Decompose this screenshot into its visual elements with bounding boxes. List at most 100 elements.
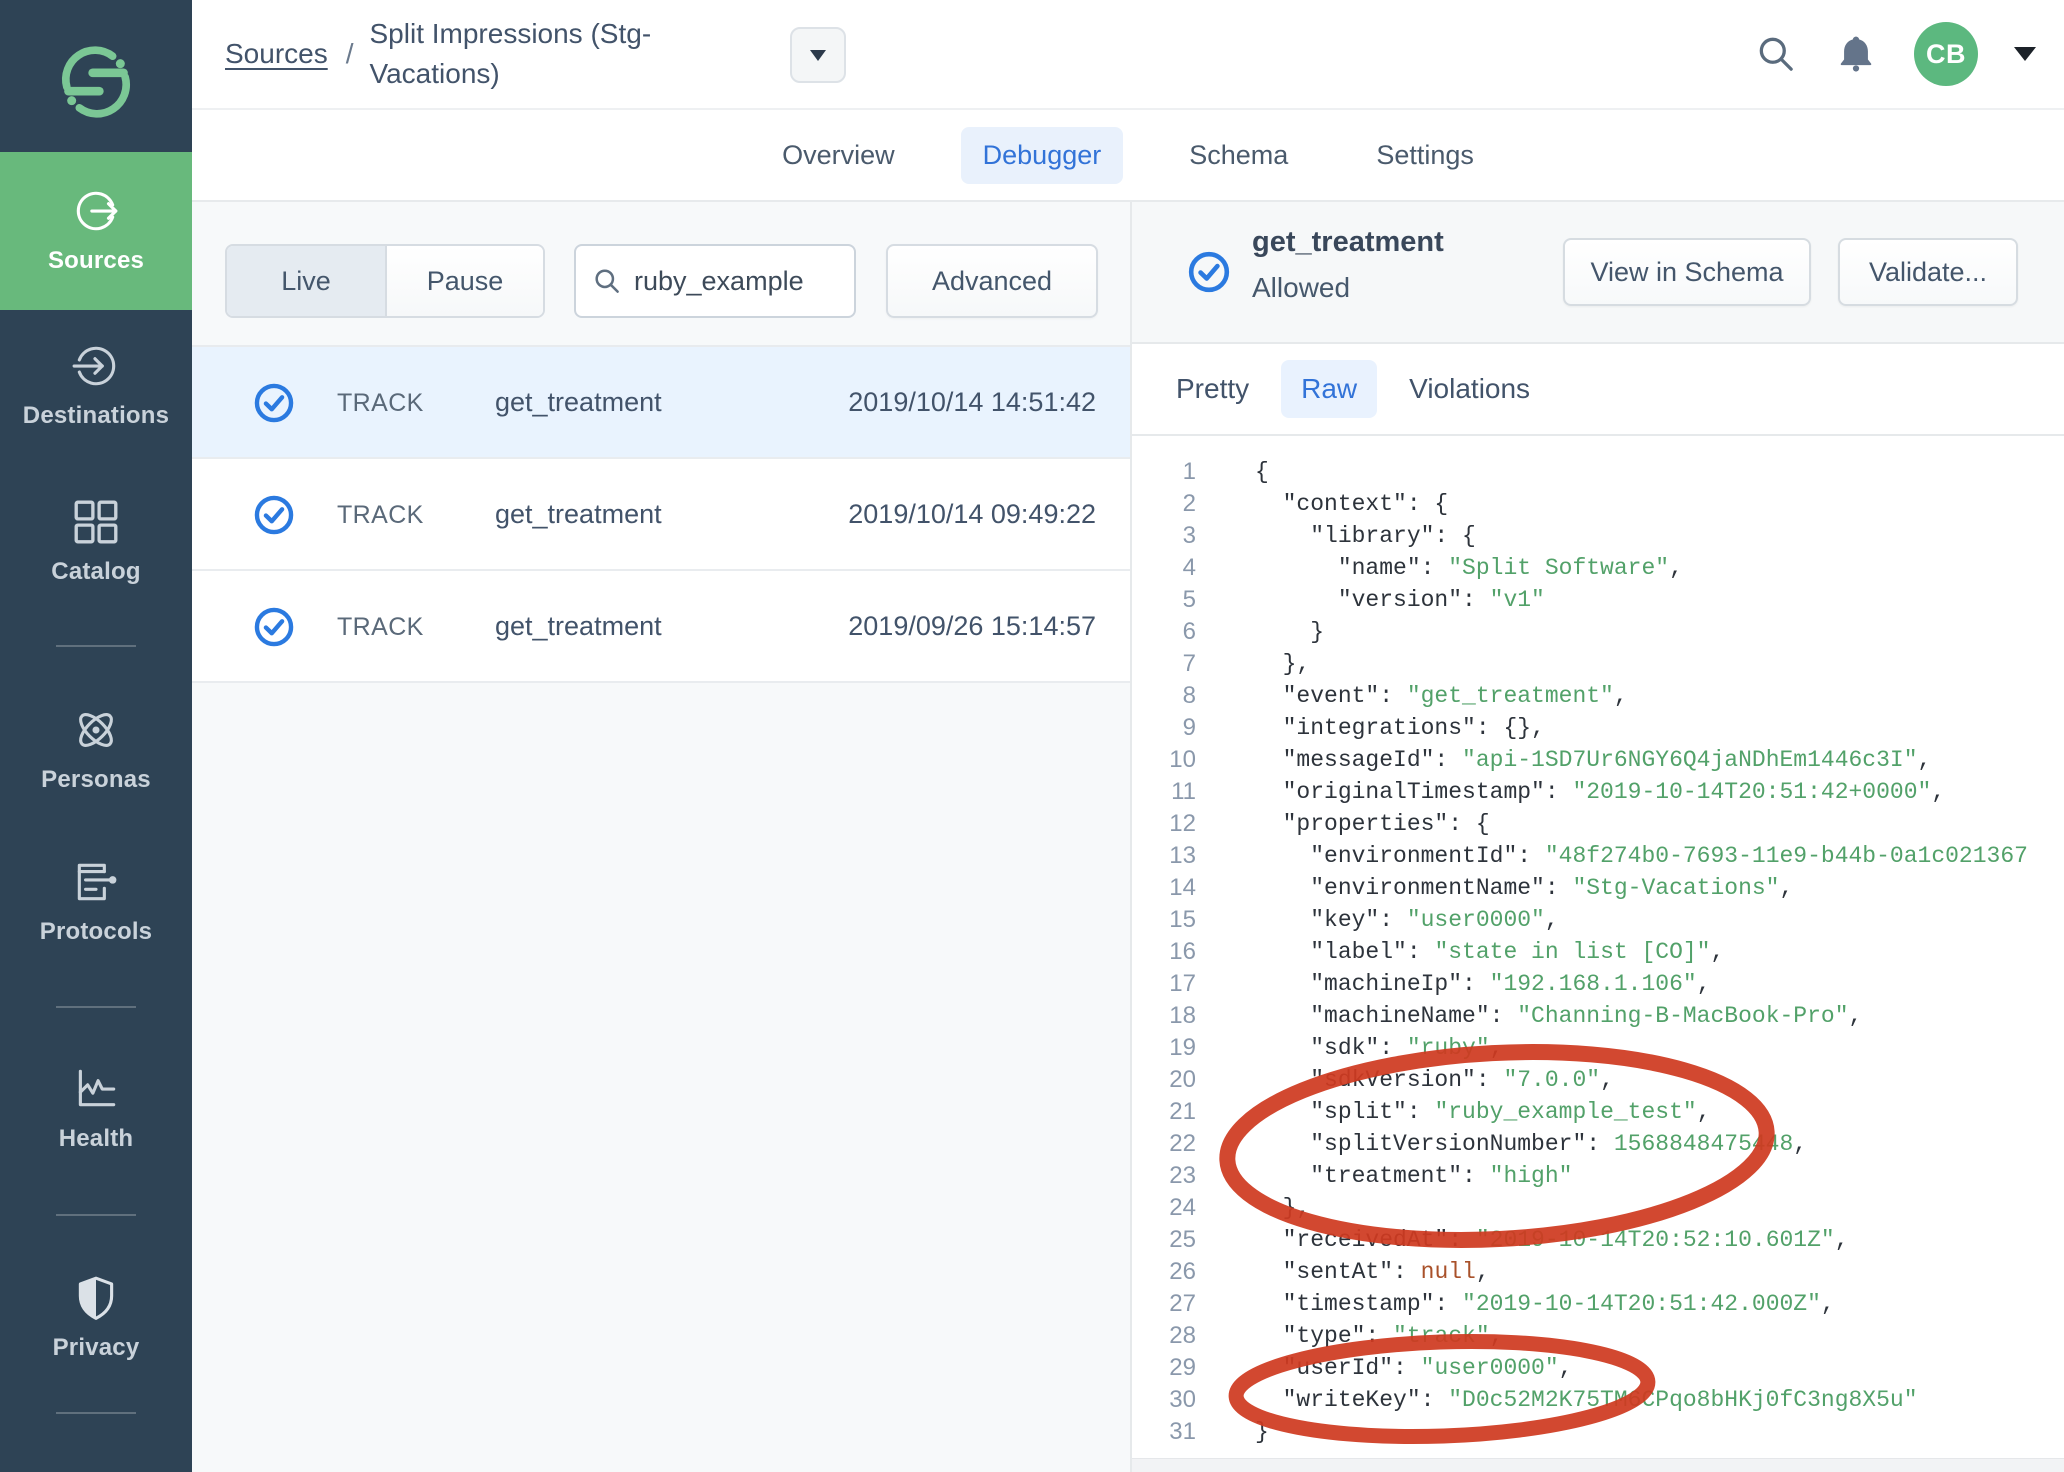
event-name: get_treatment (495, 387, 662, 418)
check-circle-icon (252, 381, 296, 425)
privacy-shield-icon (71, 1273, 121, 1323)
event-type-badge: TRACK (337, 613, 424, 642)
event-timestamp: 2019/09/26 15:14:57 (848, 611, 1096, 642)
line-number: 13 (1132, 840, 1196, 872)
line-number: 26 (1132, 1256, 1196, 1288)
code-line: 14 "environmentName": "Stg-Vacations", (1132, 872, 2064, 904)
sidebar-item-catalog[interactable]: Catalog (0, 497, 192, 586)
code-line: 19 "sdk": "ruby", (1132, 1032, 2064, 1064)
line-number: 28 (1132, 1320, 1196, 1352)
sidebar-item-label: Health (59, 1125, 134, 1153)
event-type-badge: TRACK (337, 389, 424, 418)
raw-json-viewer[interactable]: 1{2 "context": {3 "library": {4 "name": … (1132, 436, 2064, 1458)
sidebar-item-label: Sources (48, 247, 144, 275)
event-row[interactable]: TRACK get_treatment 2019/09/26 15:14:57 (192, 571, 1130, 683)
live-button[interactable]: Live (227, 246, 385, 316)
tab-overview[interactable]: Overview (760, 127, 917, 184)
code-line: 10 "messageId": "api-1SD7Ur6NGY6Q4jaNDhE… (1132, 744, 2064, 776)
code-line: 23 "treatment": "high" (1132, 1160, 2064, 1192)
topbar: Sources / Split Impressions (Stg-Vacatio… (192, 0, 2064, 110)
event-name: get_treatment (495, 499, 662, 530)
tab-settings[interactable]: Settings (1354, 127, 1496, 184)
event-search-box (574, 244, 856, 318)
view-in-schema-button[interactable]: View in Schema (1563, 238, 1811, 306)
line-number: 20 (1132, 1064, 1196, 1096)
code-line: 5 "version": "v1" (1132, 584, 2064, 616)
content: Live Pause Advanced TRACK get_ (192, 202, 2064, 1472)
sidebar-item-privacy[interactable]: Privacy (0, 1273, 192, 1362)
search-icon[interactable] (1754, 32, 1798, 76)
destinations-icon (71, 341, 121, 391)
bell-icon[interactable] (1834, 32, 1878, 76)
sidebar-item-label: Protocols (40, 918, 152, 946)
health-icon (71, 1064, 121, 1114)
validate-button[interactable]: Validate... (1838, 238, 2018, 306)
event-row[interactable]: TRACK get_treatment 2019/10/14 09:49:22 (192, 459, 1130, 571)
protocols-icon (71, 857, 121, 907)
detail-tabs: Pretty Raw Violations (1132, 344, 2064, 436)
event-timestamp: 2019/10/14 14:51:42 (848, 387, 1096, 418)
source-switcher-dropdown-button[interactable] (790, 27, 846, 83)
tab-raw[interactable]: Raw (1281, 360, 1377, 418)
sidebar-item-label: Privacy (53, 1334, 140, 1362)
detail-status: Allowed (1252, 272, 1350, 304)
sidebar-item-destinations[interactable]: Destinations (0, 341, 192, 430)
sidebar-item-health[interactable]: Health (0, 1064, 192, 1153)
breadcrumb-sources-link[interactable]: Sources (225, 38, 328, 70)
event-row[interactable]: TRACK get_treatment 2019/10/14 14:51:42 (192, 347, 1130, 459)
sidebar: Sources Destinations Catalog (0, 0, 192, 1472)
code-line: 11 "originalTimestamp": "2019-10-14T20:5… (1132, 776, 2064, 808)
line-number: 11 (1132, 776, 1196, 808)
code-line: 26 "sentAt": null, (1132, 1256, 2064, 1288)
line-number: 3 (1132, 520, 1196, 552)
tab-violations[interactable]: Violations (1389, 360, 1550, 418)
line-number: 2 (1132, 488, 1196, 520)
code-line: 30 "writeKey": "D0c52M2K75TM6CPqo8bHKj0f… (1132, 1384, 2064, 1416)
code-line: 8 "event": "get_treatment", (1132, 680, 2064, 712)
sidebar-item-sources[interactable]: Sources (0, 152, 192, 310)
line-number: 27 (1132, 1288, 1196, 1320)
line-number: 29 (1132, 1352, 1196, 1384)
advanced-button[interactable]: Advanced (886, 244, 1098, 318)
line-number: 24 (1132, 1192, 1196, 1224)
detail-event-name: get_treatment (1252, 226, 1444, 259)
event-type-badge: TRACK (337, 501, 424, 530)
line-number: 7 (1132, 648, 1196, 680)
code-line: 20 "sdkVersion": "7.0.0", (1132, 1064, 2064, 1096)
line-number: 15 (1132, 904, 1196, 936)
sidebar-item-protocols[interactable]: Protocols (0, 857, 192, 946)
sidebar-divider (56, 1412, 136, 1414)
user-avatar[interactable]: CB (1914, 22, 1978, 86)
sidebar-item-label: Destinations (23, 402, 169, 430)
tab-debugger[interactable]: Debugger (961, 127, 1124, 184)
line-number: 25 (1132, 1224, 1196, 1256)
line-number: 30 (1132, 1384, 1196, 1416)
tab-schema[interactable]: Schema (1167, 127, 1310, 184)
code-line: 2 "context": { (1132, 488, 2064, 520)
personas-icon (71, 705, 121, 755)
sidebar-item-label: Catalog (51, 558, 140, 586)
line-number: 23 (1132, 1160, 1196, 1192)
code-line: 1{ (1132, 456, 2064, 488)
check-circle-icon (252, 605, 296, 649)
pause-button[interactable]: Pause (385, 246, 543, 316)
code-line: 31} (1132, 1416, 2064, 1448)
code-line: 27 "timestamp": "2019-10-14T20:51:42.000… (1132, 1288, 2064, 1320)
account-caret-down-icon[interactable] (2014, 47, 2036, 61)
event-detail-panel: get_treatment Allowed View in Schema Val… (1132, 202, 2064, 1472)
event-list-panel: Live Pause Advanced TRACK get_ (192, 202, 1132, 1472)
event-search-input[interactable] (634, 266, 834, 297)
code-line: 4 "name": "Split Software", (1132, 552, 2064, 584)
tab-pretty[interactable]: Pretty (1156, 360, 1269, 418)
code-line: 15 "key": "user0000", (1132, 904, 2064, 936)
line-number: 4 (1132, 552, 1196, 584)
line-number: 17 (1132, 968, 1196, 1000)
line-number: 9 (1132, 712, 1196, 744)
source-tabs: Overview Debugger Schema Settings (192, 110, 2064, 202)
code-line: 3 "library": { (1132, 520, 2064, 552)
page-title: Split Impressions (Stg-Vacations) (370, 14, 685, 94)
sidebar-item-personas[interactable]: Personas (0, 705, 192, 794)
sidebar-divider (56, 645, 136, 647)
code-line: 28 "type": "track", (1132, 1320, 2064, 1352)
dropdown-caret-icon (810, 50, 826, 61)
